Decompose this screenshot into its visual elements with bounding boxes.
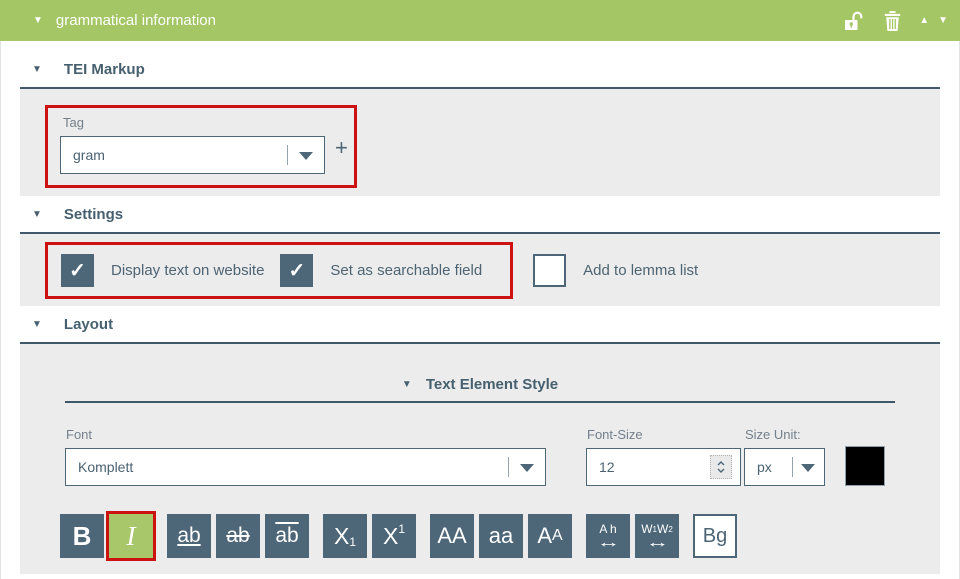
overline-button[interactable]: ab [265,514,309,558]
underline-label: ab [177,524,200,548]
smallcaps-first: A [537,523,552,549]
section-tei-markup: ▼ TEI Markup Tag gram + [20,41,940,196]
bold-button[interactable]: B [60,514,104,558]
size-unit-value: px [745,459,772,475]
size-unit-control: Size Unit: px [744,427,825,486]
uppercase-button[interactable]: AA [430,514,474,558]
collapse-arrow-icon[interactable]: ▼ [33,16,43,26]
element-editor-page: ▼ grammatical information [0,0,960,579]
tag-select[interactable]: gram [60,136,325,174]
checkbox-display-text[interactable]: ✓ Display text on website [61,254,264,287]
add-tag-button[interactable]: + [335,138,348,158]
smallcaps-second: A [552,527,563,545]
superscript-digit: 1 [398,522,405,536]
checkbox-label: Display text on website [111,262,264,279]
checkbox-unchecked-icon[interactable] [533,254,566,287]
select-divider [287,145,288,165]
subsection-divider [65,401,895,403]
section-title: TEI Markup [64,61,145,78]
checkbox-label: Set as searchable field [330,262,482,279]
chevron-down-icon [801,464,815,472]
collapse-arrow-icon[interactable]: ▼ [32,65,42,75]
checkbox-label: Add to lemma list [583,262,698,279]
subsection-title: Text Element Style [426,376,558,393]
superscript-base: X [383,523,398,550]
font-size-field [586,448,741,486]
number-stepper-icon[interactable] [710,455,732,479]
section-settings: ▼ Settings ✓ Display text on website ✓ S… [20,196,940,306]
font-control: Font Komplett [65,427,546,486]
element-title: grammatical information [56,12,216,29]
tei-markup-panel: Tag gram + [20,89,940,196]
tag-select-value: gram [61,147,105,163]
horizontal-arrow-icon: ↔ [596,536,620,549]
section-title: Layout [64,316,113,333]
chevron-down-icon [520,464,534,472]
overline-label: ab [275,524,298,548]
tei-markup-header[interactable]: ▼ TEI Markup [20,41,940,89]
chevron-down-icon [299,152,313,160]
header-actions: ▲ ▼ [844,11,948,31]
font-select-value: Komplett [66,459,133,475]
tag-label: Tag [63,115,348,130]
italic-button-active[interactable]: I [109,514,153,558]
lowercase-button[interactable]: aa [479,514,523,558]
section-layout: ▼ Layout ▼ Text Element Style Font Kompl… [20,306,940,574]
move-down-icon[interactable]: ▼ [938,15,948,26]
horizontal-arrow-icon: ↔ [645,536,669,549]
select-divider [792,457,793,477]
subscript-button[interactable]: X 1 [323,514,367,558]
format-toolbar: B I ab ab ab X 1 X 1 [60,514,940,558]
settings-panel: ✓ Display text on website ✓ Set as searc… [20,234,940,306]
font-size-control: Font-Size [586,427,741,486]
select-divider [508,457,509,477]
unlock-icon[interactable] [844,11,863,31]
element-header-bar[interactable]: ▼ grammatical information [0,0,960,41]
collapse-arrow-icon[interactable]: ▼ [32,210,42,220]
checkbox-searchable-field[interactable]: ✓ Set as searchable field [280,254,482,287]
size-unit-label: Size Unit: [745,427,825,442]
strikethrough-label: ab [226,524,249,548]
move-up-icon[interactable]: ▲ [919,15,929,26]
font-label: Font [66,427,546,442]
underline-button[interactable]: ab [167,514,211,558]
font-controls-row: Font Komplett Font-Size [65,427,940,486]
subscript-base: X [334,523,349,550]
subscript-digit: 1 [349,535,356,549]
smallcaps-button[interactable]: A A [528,514,572,558]
trash-icon[interactable] [884,11,901,31]
annotation-highlight-tag: Tag gram + [45,105,357,188]
font-select[interactable]: Komplett [65,448,546,486]
layout-panel: ▼ Text Element Style Font Komplett Font-… [20,344,940,574]
strikethrough-button[interactable]: ab [216,514,260,558]
size-unit-select[interactable]: px [744,448,825,486]
superscript-button[interactable]: X 1 [372,514,416,558]
font-color-swatch[interactable] [845,446,885,486]
settings-header[interactable]: ▼ Settings [20,196,940,234]
section-title: Settings [64,206,123,223]
text-element-style-header[interactable]: ▼ Text Element Style [20,376,940,393]
checkbox-add-to-lemma-list[interactable]: Add to lemma list [533,254,698,287]
collapse-arrow-icon[interactable]: ▼ [32,320,42,330]
checkbox-checked-icon[interactable]: ✓ [280,254,313,287]
annotation-highlight-checkboxes: ✓ Display text on website ✓ Set as searc… [45,242,513,299]
word-width-button[interactable]: W1W2 ↔ [635,514,679,558]
letter-width-button[interactable]: A h ↔ [586,514,630,558]
checkbox-checked-icon[interactable]: ✓ [61,254,94,287]
layout-header[interactable]: ▼ Layout [20,306,940,344]
font-size-input[interactable] [587,449,692,485]
background-color-button[interactable]: Bg [693,514,737,558]
collapse-arrow-icon[interactable]: ▼ [402,380,412,390]
font-size-label: Font-Size [587,427,741,442]
